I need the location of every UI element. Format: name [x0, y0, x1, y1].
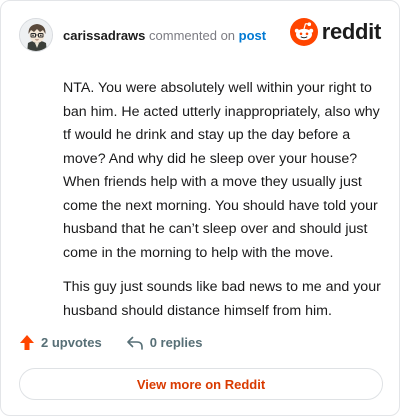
comment-paragraph: This guy just sounds like bad news to me… — [63, 279, 381, 319]
upvote-count: 2 upvotes — [41, 335, 102, 350]
avatar-illustration — [20, 19, 52, 51]
reply-button[interactable]: 0 replies — [126, 335, 203, 351]
reddit-logo[interactable]: reddit — [289, 18, 382, 46]
post-link[interactable]: post — [239, 28, 266, 43]
reply-count: 0 replies — [149, 335, 203, 350]
comment-actions: 2 upvotes 0 replies — [19, 334, 202, 351]
upvote-button[interactable]: 2 upvotes — [19, 334, 102, 351]
comment-card: carissadraws commented on post reddit NT… — [0, 0, 400, 416]
upvote-arrow-icon — [20, 335, 34, 350]
reddit-wordmark: reddit — [321, 19, 382, 44]
action-text: commented on — [149, 27, 236, 43]
reddit-snoo-icon — [289, 18, 318, 46]
comment-paragraph: NTA. You were absolutely well within you… — [63, 80, 380, 261]
username-link[interactable]: carissadraws — [63, 28, 145, 43]
comment-attribution: carissadraws commented on post — [63, 28, 266, 43]
view-more-button[interactable]: View more on Reddit — [19, 368, 383, 400]
comment-header: carissadraws commented on post reddit — [19, 15, 385, 55]
comment-body: NTA. You were absolutely well within you… — [63, 77, 381, 334]
avatar[interactable] — [19, 18, 53, 52]
reply-icon — [126, 336, 143, 350]
